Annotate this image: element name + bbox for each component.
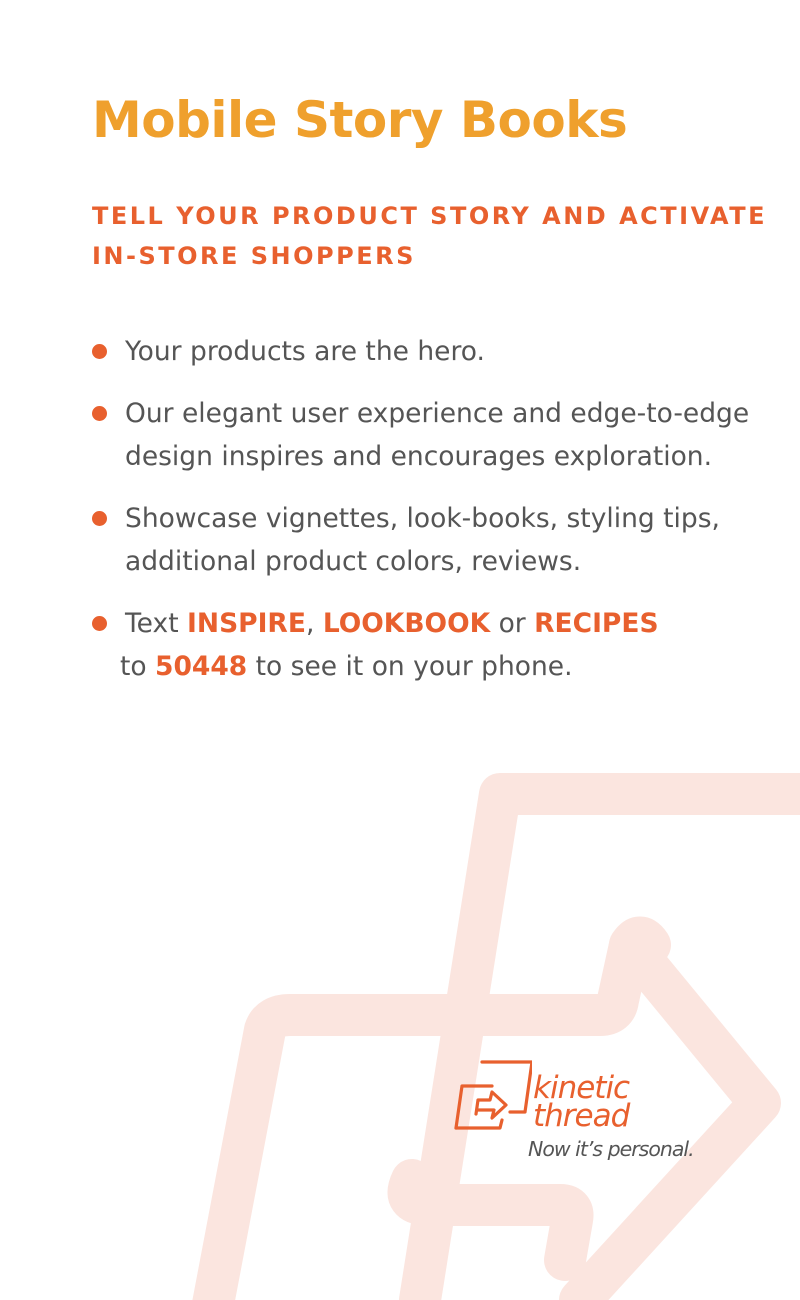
kinetic-thread-logo: kinetic thread Now it’s personal. <box>452 1060 712 1170</box>
separator-text: to <box>120 651 156 682</box>
bullet-dot-icon <box>92 406 107 421</box>
page-title: Mobile Story Books <box>92 91 628 149</box>
arrow-box-logo-icon <box>454 1060 532 1130</box>
feature-item-text-to: Text INSPIRE, LOOKBOOK or RECIPES to 504… <box>92 602 765 688</box>
separator-text: , <box>305 608 323 639</box>
keyword-lookbook: LOOKBOOK <box>322 608 491 639</box>
text-suffix: to see it on your phone. <box>247 651 573 682</box>
text-prefix: Text <box>125 608 188 639</box>
logo-word-thread: thread <box>533 1098 630 1134</box>
bullet-dot-icon <box>92 616 107 631</box>
feature-item-text: Your products are the hero. <box>125 336 485 367</box>
feature-list: Your products are the hero. Our elegant … <box>92 330 772 688</box>
feature-item-hero: Your products are the hero. <box>92 330 765 373</box>
logo-tagline: Now it’s personal. <box>528 1137 695 1161</box>
feature-item-text: Our elegant user experience and edge-to-… <box>125 398 750 472</box>
keyword-recipes: RECIPES <box>534 608 659 639</box>
main-content: Mobile Story Books TELL YOUR PRODUCT STO… <box>92 88 772 707</box>
page-subtitle: TELL YOUR PRODUCT STORY AND ACTIVATE IN-… <box>92 202 767 270</box>
bullet-dot-icon <box>92 511 107 526</box>
feature-item-experience: Our elegant user experience and edge-to-… <box>92 392 765 478</box>
feature-item-showcase: Showcase vignettes, look-books, styling … <box>92 497 765 583</box>
bullet-dot-icon <box>92 344 107 359</box>
keyword-inspire: INSPIRE <box>187 608 306 639</box>
feature-item-text: Showcase vignettes, look-books, styling … <box>125 503 720 577</box>
separator-text: or <box>490 608 535 639</box>
short-code-number: 50448 <box>155 651 248 682</box>
